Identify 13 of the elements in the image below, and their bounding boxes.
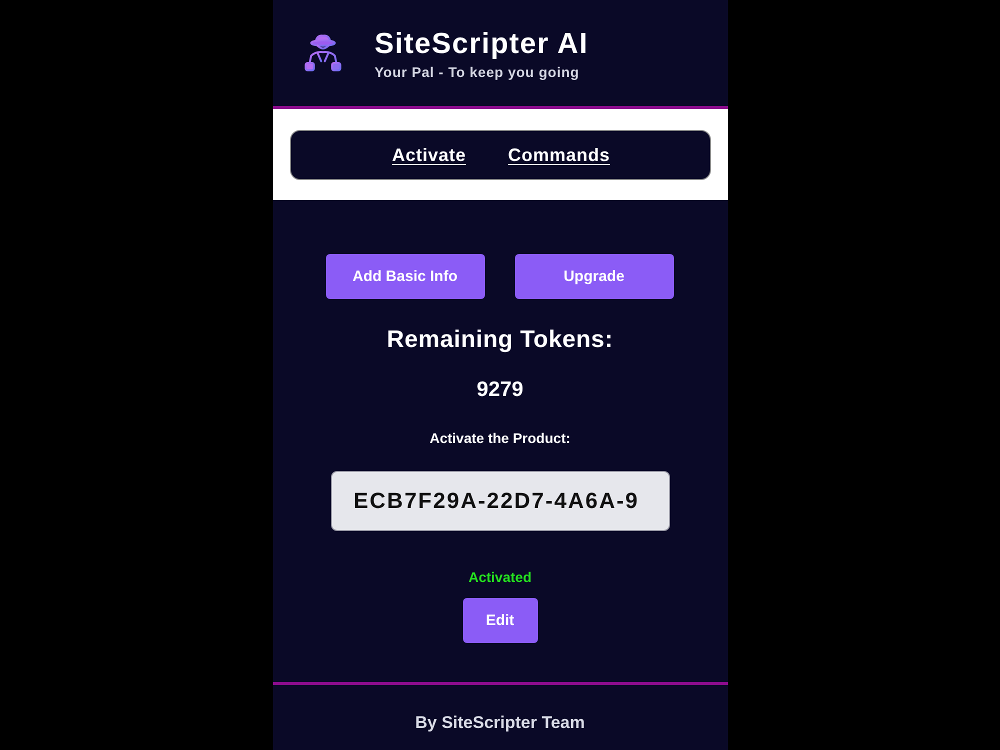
nav-link[interactable]: Activate	[392, 144, 466, 166]
activation-status: Activated	[468, 568, 532, 586]
edit-button[interactable]: Edit	[462, 598, 538, 643]
action-button[interactable]: Add Basic Info	[326, 254, 484, 299]
app-title: SiteScripter AI	[374, 27, 588, 61]
tokens-heading: Remaining Tokens:	[386, 325, 614, 355]
app-tagline: Your Pal - To keep you going	[374, 64, 580, 81]
tokens-count: 9279	[476, 377, 524, 403]
product-key-field[interactable]: ECB7F29A-22D7-4A6A-9	[330, 471, 670, 531]
action-button[interactable]: Upgrade	[514, 254, 674, 299]
activation-label: Activate the Product:	[430, 429, 570, 447]
footer-credit: By SiteScripter Team	[415, 712, 585, 734]
nav-link[interactable]: Commands	[508, 144, 610, 166]
